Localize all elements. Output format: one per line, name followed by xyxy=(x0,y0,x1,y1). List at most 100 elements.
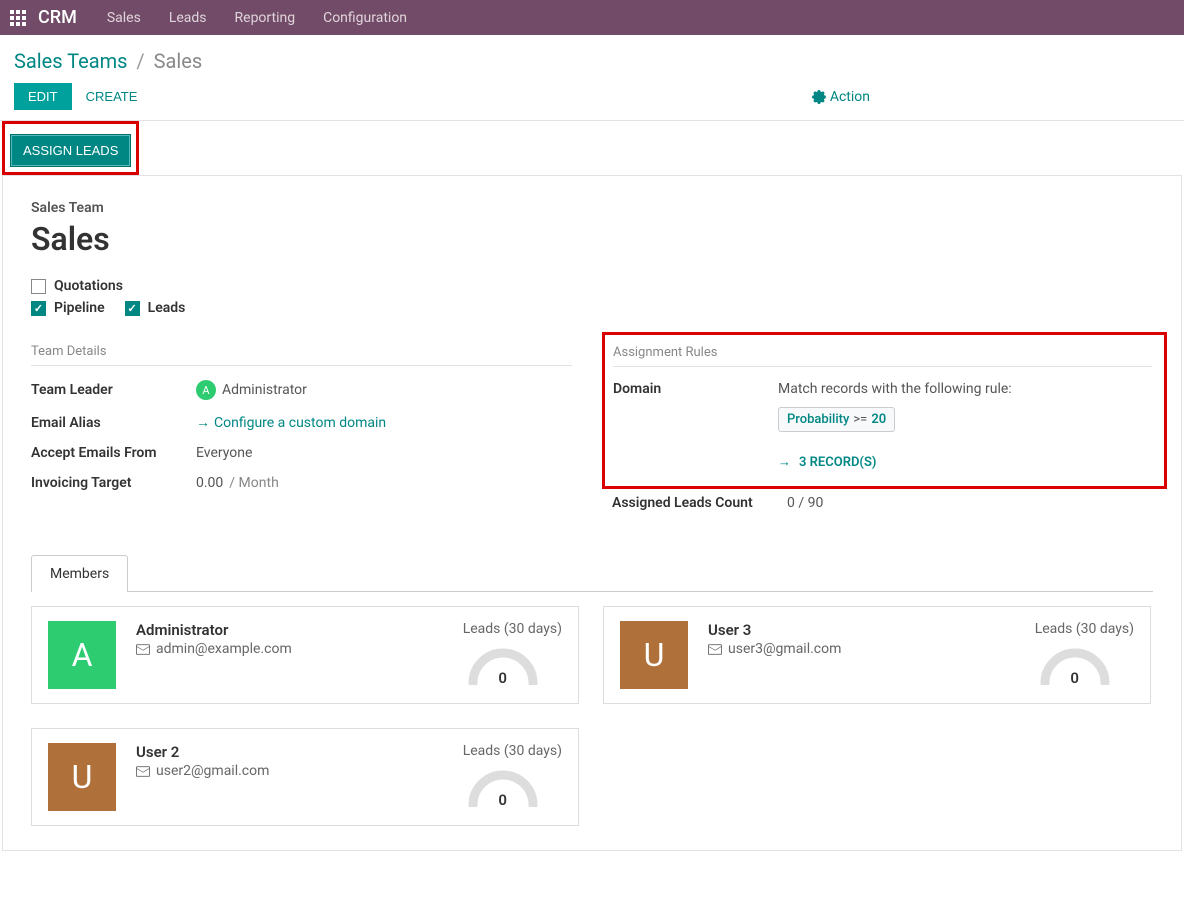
assigned-count-value: 0 / 90 xyxy=(787,495,1153,511)
invoicing-target-value: 0.00 / Month xyxy=(196,475,572,491)
assignment-rules-title: Assignment Rules xyxy=(613,345,1152,367)
highlight-assign-leads: ASSIGN LEADS xyxy=(2,121,139,175)
breadcrumb-current: Sales xyxy=(154,49,203,73)
checkbox-leads-label: Leads xyxy=(148,300,186,316)
checkbox-quotations-label: Quotations xyxy=(54,278,123,294)
breadcrumb-separator: / xyxy=(136,49,144,73)
domain-pill[interactable]: Probability >= 20 xyxy=(778,407,895,432)
arrow-right-icon: → xyxy=(196,414,210,431)
highlight-assignment-rules: Assignment Rules Domain Match records wi… xyxy=(602,332,1167,489)
team-leader-label: Team Leader xyxy=(31,382,196,398)
member-avatar: U xyxy=(620,621,688,689)
domain-text: Match records with the following rule: xyxy=(778,381,1012,397)
form-columns: Team Details Team Leader A Administrator… xyxy=(31,344,1153,525)
col-assignment-rules: Assignment Rules Domain Match records wi… xyxy=(612,344,1153,525)
envelope-icon xyxy=(708,644,722,655)
domain-value: Match records with the following rule: P… xyxy=(778,381,1152,470)
member-name: User 2 xyxy=(136,743,443,761)
domain-val: 20 xyxy=(871,412,886,427)
checkbox-pipeline-label: Pipeline xyxy=(54,300,105,316)
checkbox-row-1: Quotations xyxy=(31,278,1153,294)
apps-icon[interactable] xyxy=(10,10,26,26)
app-name[interactable]: CRM xyxy=(38,7,77,28)
domain-field-name: Probability xyxy=(787,412,849,427)
member-info: Administrator admin@example.com xyxy=(136,621,443,689)
team-leader-avatar: A xyxy=(196,380,216,400)
action-bar: EDIT CREATE Action xyxy=(0,83,1184,120)
nav-item-leads[interactable]: Leads xyxy=(169,10,207,26)
member-card[interactable]: U User 3 user3@gmail.com Leads (30 days)… xyxy=(603,606,1151,704)
breadcrumb: Sales Teams / Sales xyxy=(0,35,1184,83)
checkbox-pipeline-box[interactable] xyxy=(31,301,46,316)
configure-domain-text: Configure a custom domain xyxy=(214,415,386,431)
gauge: 0 xyxy=(463,645,543,685)
section-label: Sales Team xyxy=(31,200,1153,216)
configure-domain-link[interactable]: → Configure a custom domain xyxy=(196,414,386,431)
checkbox-pipeline[interactable]: Pipeline xyxy=(31,300,105,316)
records-link-text: 3 RECORD(S) xyxy=(799,455,876,470)
envelope-icon xyxy=(136,766,150,777)
gauge: 0 xyxy=(1035,645,1115,685)
nav-items: Sales Leads Reporting Configuration xyxy=(107,10,407,26)
member-grid: A Administrator admin@example.com Leads … xyxy=(31,606,1153,826)
stats-label: Leads (30 days) xyxy=(463,621,562,637)
checkbox-quotations[interactable]: Quotations xyxy=(31,278,123,294)
email-alias-value: → Configure a custom domain xyxy=(196,414,572,431)
create-button[interactable]: CREATE xyxy=(72,83,152,110)
gauge: 0 xyxy=(463,767,543,807)
records-link[interactable]: → 3 RECORD(S) xyxy=(778,454,876,470)
assign-leads-button[interactable]: ASSIGN LEADS xyxy=(10,134,131,167)
member-avatar: U xyxy=(48,743,116,811)
breadcrumb-parent[interactable]: Sales Teams xyxy=(14,49,127,73)
field-team-leader: Team Leader A Administrator xyxy=(31,380,572,400)
member-info: User 3 user3@gmail.com xyxy=(708,621,1015,689)
checkbox-leads-box[interactable] xyxy=(125,301,140,316)
nav-item-configuration[interactable]: Configuration xyxy=(323,10,407,26)
accept-emails-value: Everyone xyxy=(196,445,572,461)
checkbox-leads[interactable]: Leads xyxy=(125,300,186,316)
divider xyxy=(0,120,1184,121)
member-email-text: user2@gmail.com xyxy=(156,763,269,779)
member-email: user2@gmail.com xyxy=(136,763,443,779)
team-leader-name: Administrator xyxy=(222,382,307,398)
edit-button[interactable]: EDIT xyxy=(14,83,72,110)
action-menu[interactable]: Action xyxy=(812,89,870,105)
gear-icon xyxy=(812,90,826,104)
member-name: Administrator xyxy=(136,621,443,639)
form-title: Sales xyxy=(31,220,1153,258)
member-email: user3@gmail.com xyxy=(708,641,1015,657)
form-view: Sales Team Sales Quotations Pipeline Lea… xyxy=(2,175,1182,851)
member-email-text: user3@gmail.com xyxy=(728,641,841,657)
invoicing-target-number: 0.00 xyxy=(196,475,223,491)
checkbox-row-2: Pipeline Leads xyxy=(31,300,1153,316)
gauge-value: 0 xyxy=(498,791,507,809)
member-avatar: A xyxy=(48,621,116,689)
field-domain: Domain Match records with the following … xyxy=(613,381,1152,470)
member-card[interactable]: U User 2 user2@gmail.com Leads (30 days)… xyxy=(31,728,579,826)
gauge-value: 0 xyxy=(498,669,507,687)
stats-label: Leads (30 days) xyxy=(1035,621,1134,637)
invoicing-target-suffix: / Month xyxy=(229,475,278,491)
top-nav: CRM Sales Leads Reporting Configuration xyxy=(0,0,1184,35)
field-email-alias: Email Alias → Configure a custom domain xyxy=(31,414,572,431)
tab-header: Members xyxy=(31,555,1153,592)
member-card[interactable]: A Administrator admin@example.com Leads … xyxy=(31,606,579,704)
domain-op: >= xyxy=(853,412,867,427)
member-email: admin@example.com xyxy=(136,641,443,657)
email-alias-label: Email Alias xyxy=(31,415,196,431)
tabs: Members A Administrator admin@example.co… xyxy=(31,555,1153,826)
domain-label: Domain xyxy=(613,381,778,397)
gauge-value: 0 xyxy=(1070,669,1079,687)
nav-item-reporting[interactable]: Reporting xyxy=(235,10,296,26)
assigned-count-label: Assigned Leads Count xyxy=(612,495,787,511)
member-info: User 2 user2@gmail.com xyxy=(136,743,443,811)
checkbox-quotations-box[interactable] xyxy=(31,279,46,294)
nav-item-sales[interactable]: Sales xyxy=(107,10,141,26)
action-menu-label: Action xyxy=(830,89,870,105)
accept-emails-label: Accept Emails From xyxy=(31,445,196,461)
stats-label: Leads (30 days) xyxy=(463,743,562,759)
field-accept-emails: Accept Emails From Everyone xyxy=(31,445,572,461)
team-details-title: Team Details xyxy=(31,344,572,366)
tab-members[interactable]: Members xyxy=(31,555,128,592)
field-invoicing-target: Invoicing Target 0.00 / Month xyxy=(31,475,572,491)
